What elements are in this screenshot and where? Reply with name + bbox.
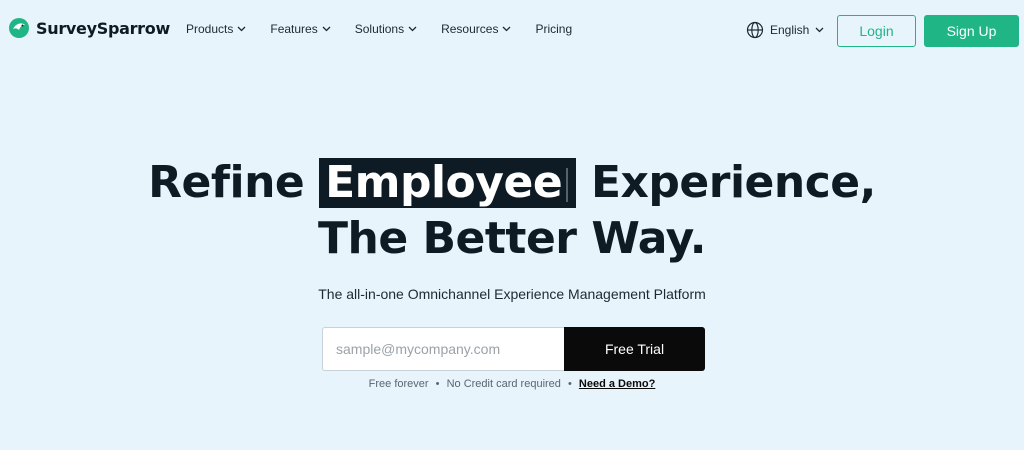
headline-highlight-text: Employee — [325, 157, 563, 208]
menu-item-label: Products — [186, 22, 234, 36]
email-input[interactable] — [322, 327, 564, 371]
menu-item-resources[interactable]: Resources — [441, 22, 511, 36]
top-nav: SurveySparrow Products Features Solution… — [0, 0, 1024, 62]
language-label: English — [770, 23, 810, 37]
globe-icon — [746, 21, 764, 39]
signup-note: Free forever • No Credit card required •… — [0, 378, 1024, 390]
menu-item-label: Pricing — [535, 22, 573, 36]
signup-button[interactable]: Sign Up — [924, 15, 1019, 47]
typing-caret — [566, 168, 569, 202]
chevron-down-icon — [408, 26, 417, 32]
logo-icon — [9, 18, 29, 38]
trial-signup-form: Free Trial — [322, 327, 705, 371]
menu-item-products[interactable]: Products — [186, 22, 246, 36]
headline-prefix: Refine — [148, 157, 305, 208]
main-menu: Products Features Solutions Resources Pr… — [186, 22, 596, 36]
menu-item-solutions[interactable]: Solutions — [355, 22, 417, 36]
chevron-down-icon — [322, 26, 331, 32]
note-no-credit-card: No Credit card required — [446, 378, 561, 390]
logo[interactable]: SurveySparrow — [8, 17, 170, 39]
headline-highlight: Employee — [319, 157, 577, 208]
headline-line-1: Refine Employee Experience, — [0, 155, 1024, 211]
logo-text: SurveySparrow — [36, 18, 170, 38]
chevron-down-icon — [815, 27, 824, 33]
chevron-down-icon — [237, 26, 246, 32]
menu-item-label: Solutions — [354, 22, 405, 36]
hero-subtitle: The all-in-one Omnichannel Experience Ma… — [318, 286, 706, 302]
menu-item-pricing[interactable]: Pricing — [535, 22, 572, 36]
free-trial-button[interactable]: Free Trial — [564, 327, 705, 371]
note-free-forever: Free forever — [368, 378, 429, 390]
separator-dot: • — [435, 378, 440, 390]
hero-headline: Refine Employee Experience, The Better W… — [0, 155, 1024, 267]
separator-dot: • — [567, 378, 572, 390]
menu-item-label: Resources — [441, 22, 499, 36]
menu-item-label: Features — [270, 22, 318, 36]
menu-item-features[interactable]: Features — [270, 22, 331, 36]
login-button[interactable]: Login — [837, 15, 916, 47]
need-demo-link[interactable]: Need a Demo? — [579, 378, 655, 390]
language-selector[interactable]: English — [746, 21, 824, 39]
headline-suffix: Experience, — [590, 157, 876, 208]
chevron-down-icon — [502, 26, 511, 32]
headline-line-2: The Better Way. — [318, 213, 706, 264]
